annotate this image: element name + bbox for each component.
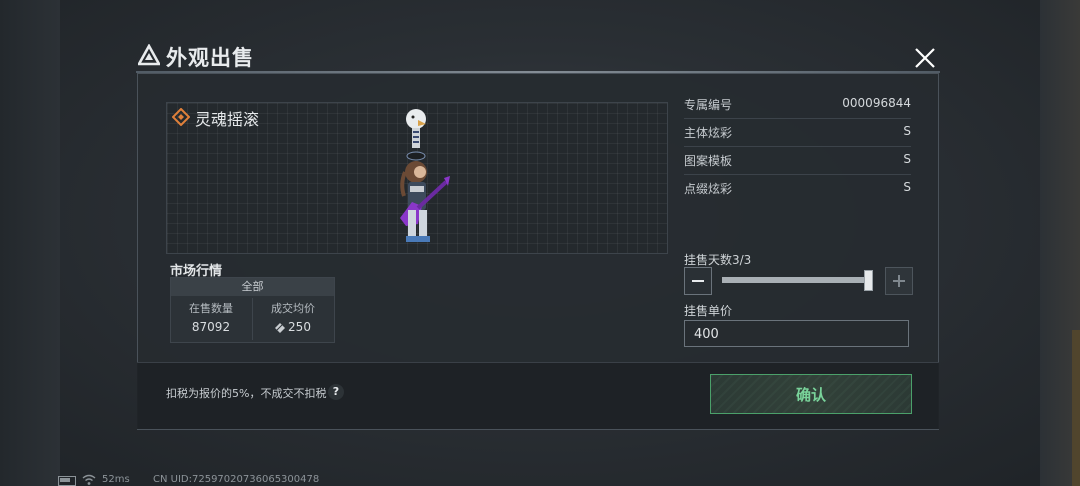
info-key: 专属编号 bbox=[684, 98, 733, 112]
help-icon[interactable]: ? bbox=[328, 384, 344, 400]
avg-price: 250 bbox=[253, 320, 333, 334]
info-value: S bbox=[903, 124, 911, 138]
avg-price-label: 成交均价 bbox=[271, 302, 315, 315]
avg-price-value: 250 bbox=[288, 320, 311, 334]
info-row-main-color: 主体炫彩 S bbox=[684, 118, 911, 147]
info-key: 点缀炫彩 bbox=[684, 182, 733, 196]
close-icon[interactable] bbox=[912, 45, 938, 71]
info-key: 图案模板 bbox=[684, 154, 733, 168]
price-label: 挂售单价 bbox=[684, 304, 733, 318]
user-uid: CN UID:72597020736065300478 bbox=[153, 474, 320, 485]
days-slider-thumb[interactable] bbox=[864, 270, 873, 291]
skin-character-image bbox=[400, 109, 450, 242]
increase-days-button[interactable] bbox=[885, 267, 913, 295]
page-title: 外观出售 bbox=[166, 46, 254, 70]
listing-days-label: 挂售天数3/3 bbox=[684, 253, 752, 267]
tax-note: 扣税为报价的5%，不成交不扣税 bbox=[166, 387, 327, 400]
info-row-pattern: 图案模板 S bbox=[684, 146, 911, 175]
wifi-icon bbox=[82, 474, 96, 485]
confirm-label: 确认 bbox=[795, 386, 826, 404]
ping-value: 52ms bbox=[102, 474, 130, 485]
on-sale-label: 在售数量 bbox=[189, 302, 233, 315]
price-input[interactable]: 400 bbox=[684, 320, 909, 347]
background-edge bbox=[1072, 330, 1080, 486]
info-row-serial: 专属编号 000096844 bbox=[684, 90, 911, 119]
info-value: S bbox=[903, 152, 911, 166]
info-value: 000096844 bbox=[842, 96, 911, 110]
days-slider-track[interactable] bbox=[722, 277, 872, 283]
title-bar: 外观出售 bbox=[136, 40, 936, 70]
rarity-diamond-icon bbox=[172, 108, 190, 126]
confirm-button[interactable]: 确认 bbox=[710, 374, 912, 414]
brand-logo-icon bbox=[138, 44, 160, 66]
coin-icon bbox=[275, 322, 286, 333]
info-key: 主体炫彩 bbox=[684, 126, 733, 140]
info-row-accent-color: 点缀炫彩 S bbox=[684, 174, 911, 202]
battery-icon bbox=[58, 476, 76, 486]
background-left bbox=[0, 0, 60, 486]
market-filter[interactable]: 全部 bbox=[171, 278, 334, 296]
info-value: S bbox=[903, 180, 911, 194]
market-table: 全部 在售数量 成交均价 87092 250 bbox=[170, 277, 335, 343]
days-slider-fill bbox=[722, 277, 872, 283]
on-sale-value: 87092 bbox=[191, 320, 231, 334]
decrease-days-button[interactable] bbox=[684, 267, 712, 295]
item-name: 灵魂摇滚 bbox=[195, 110, 260, 129]
